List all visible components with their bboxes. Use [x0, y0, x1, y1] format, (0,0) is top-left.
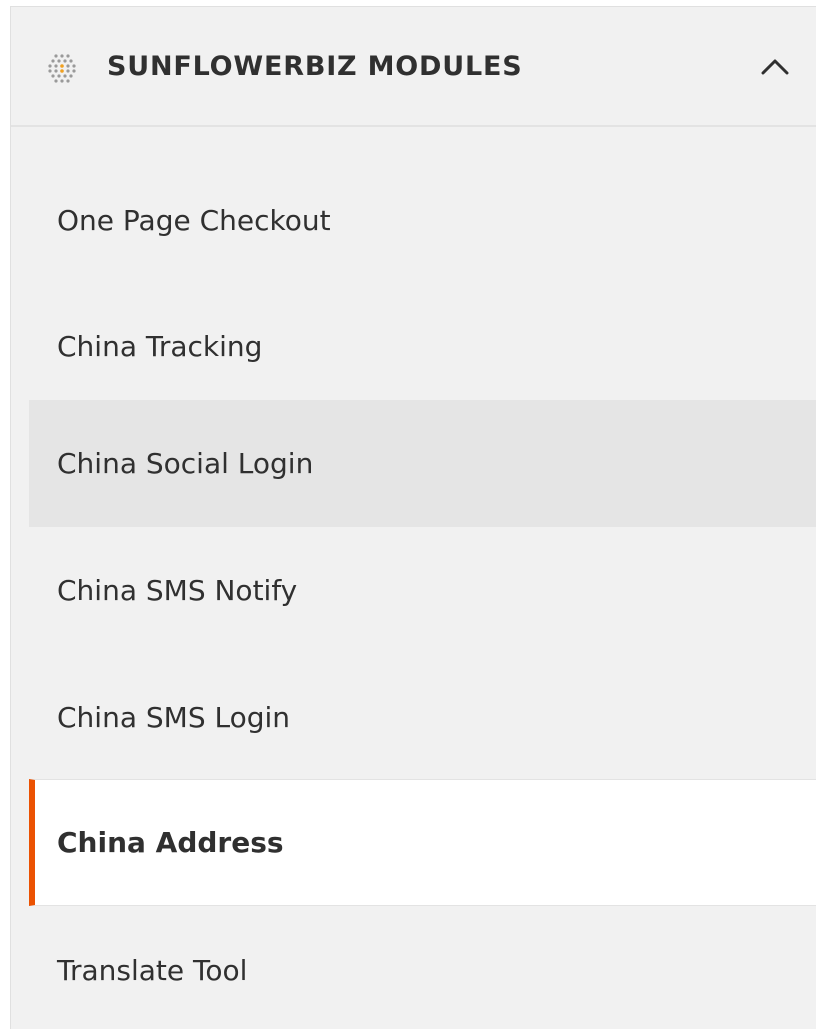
menu-item-china-sms-login[interactable]: China SMS Login — [29, 654, 816, 781]
chevron-up-icon[interactable] — [759, 53, 791, 81]
menu-item-label: China Address — [57, 826, 284, 859]
menu-item-one-page-checkout[interactable]: One Page Checkout — [29, 157, 816, 284]
sunflower-logo-icon — [48, 54, 76, 83]
section-title: SUNFLOWERBIZ MODULES — [107, 51, 523, 82]
menu-item-translate-tool[interactable]: Translate Tool — [29, 907, 816, 1029]
menu-item-china-sms-notify[interactable]: China SMS Notify — [29, 527, 816, 654]
menu-item-label: China Tracking — [57, 330, 263, 363]
section-header-sunflowerbiz-modules[interactable]: SUNFLOWERBIZ MODULES — [11, 7, 816, 127]
menu-item-china-social-login[interactable]: China Social Login — [29, 400, 816, 527]
menu-item-china-tracking[interactable]: China Tracking — [29, 283, 816, 410]
menu-item-label: China SMS Notify — [57, 574, 298, 607]
menu-item-china-address[interactable]: China Address — [29, 779, 816, 906]
menu-item-label: One Page Checkout — [57, 204, 331, 237]
config-sidebar-panel: SUNFLOWERBIZ MODULES One Page Checkout C… — [10, 6, 816, 1029]
menu-item-label: Translate Tool — [57, 954, 248, 987]
menu-item-label: China SMS Login — [57, 701, 291, 734]
menu-item-label: China Social Login — [57, 447, 314, 480]
